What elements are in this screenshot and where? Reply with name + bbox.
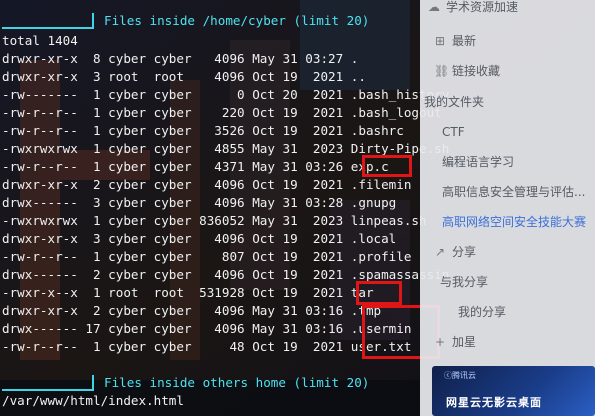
listing-row: -rw-r--r-- 1 cyber cyber 48 Oct 19 2021 … xyxy=(2,339,412,354)
promo-banner[interactable]: ⓒ腾讯云 网星云无影云桌面 xyxy=(432,366,595,416)
sidebar-item-cyber-contest[interactable]: 高职网络空间安全技能大赛 xyxy=(442,213,586,231)
section-header-home: Files inside /home/cyber (limit 20) xyxy=(104,13,370,28)
sidebar-item-shared-with-me[interactable]: 与我分享 xyxy=(440,273,488,291)
listing-row: -rw------- 1 cyber cyber 0 Oct 20 2021 .… xyxy=(2,87,450,102)
overlay-sidebar: ☁ 学术资源加速 ⊞ 最新 ⛓ 链接收藏 我的文件夹 CTF 编程语言学习 高职信息安… xyxy=(420,0,595,416)
listing-row: -rw-r--r-- 1 cyber cyber 220 Oct 19 2021… xyxy=(2,105,442,120)
listing-row: drwxr-xr-x 3 cyber cyber 4096 Oct 19 202… xyxy=(2,231,397,246)
sidebar-item-starred[interactable]: + 加星 xyxy=(434,333,476,351)
add-icon: + xyxy=(434,335,446,349)
grid-icon: ⊞ xyxy=(434,34,446,48)
ad-title: 网星云无影云桌面 xyxy=(446,396,542,409)
listing-row: -rw-r--r-- 1 cyber cyber 3526 Oct 19 202… xyxy=(2,123,404,138)
highlight-box-tar xyxy=(356,281,402,305)
sidebar-item-info-security[interactable]: 高职信息安全管理与评估... xyxy=(442,183,585,201)
listing-row: drwxr-xr-x 3 root root 4096 Oct 19 2021 … xyxy=(2,69,366,84)
sidebar-item-latest[interactable]: ⊞ 最新 xyxy=(434,32,476,50)
sidebar-item-my-shares[interactable]: 我的分享 xyxy=(458,303,506,321)
listing-row: drwx------ 17 cyber cyber 4096 May 31 03… xyxy=(2,321,412,336)
sidebar-item-academic[interactable]: ☁ 学术资源加速 xyxy=(428,0,518,16)
header-divider-bar xyxy=(2,389,94,391)
header-divider-bar xyxy=(2,27,94,29)
cloud-icon: ☁ xyxy=(428,0,440,14)
sidebar-item-links[interactable]: ⛓ 链接收藏 xyxy=(434,62,500,80)
share-icon: ↗ xyxy=(434,245,446,259)
listing-row: drwxr-xr-x 8 cyber cyber 4096 May 31 03:… xyxy=(2,51,359,66)
listing-row: -rw-r--r-- 1 cyber cyber 4371 May 31 03:… xyxy=(2,159,389,174)
total-line: total 1404 xyxy=(2,33,78,48)
listing-row: -rwxrwxrwx 1 cyber cyber 836052 May 31 2… xyxy=(2,213,427,228)
section-header-others: Files inside others home (limit 20) xyxy=(104,375,370,390)
sidebar-item-ctf[interactable]: CTF xyxy=(442,123,465,141)
sidebar-item-programming[interactable]: 编程语言学习 xyxy=(442,153,514,171)
ad-brand: ⓒ腾讯云 xyxy=(444,371,476,380)
terminal-output: Files inside /home/cyber (limit 20) tota… xyxy=(0,0,449,416)
sidebar-item-my-folders[interactable]: 我的文件夹 xyxy=(424,93,484,111)
listing-row: -rw-r--r-- 1 cyber cyber 807 Oct 19 2021… xyxy=(2,249,412,264)
listing-row: -rwxr-x--x 1 root root 531928 Oct 19 202… xyxy=(2,285,374,300)
highlight-box-exp-c xyxy=(362,155,412,177)
listing-row: drwxr-xr-x 2 cyber cyber 4096 May 31 03:… xyxy=(2,303,382,318)
sidebar-item-share[interactable]: ↗ 分享 xyxy=(434,243,476,261)
link-icon: ⛓ xyxy=(434,64,450,78)
listing-row: drwx------ 3 cyber cyber 4096 May 31 03:… xyxy=(2,195,397,210)
listing-row: drwxr-xr-x 2 cyber cyber 4096 Oct 19 202… xyxy=(2,177,412,192)
path-line: /var/www/html/index.html xyxy=(2,393,184,408)
